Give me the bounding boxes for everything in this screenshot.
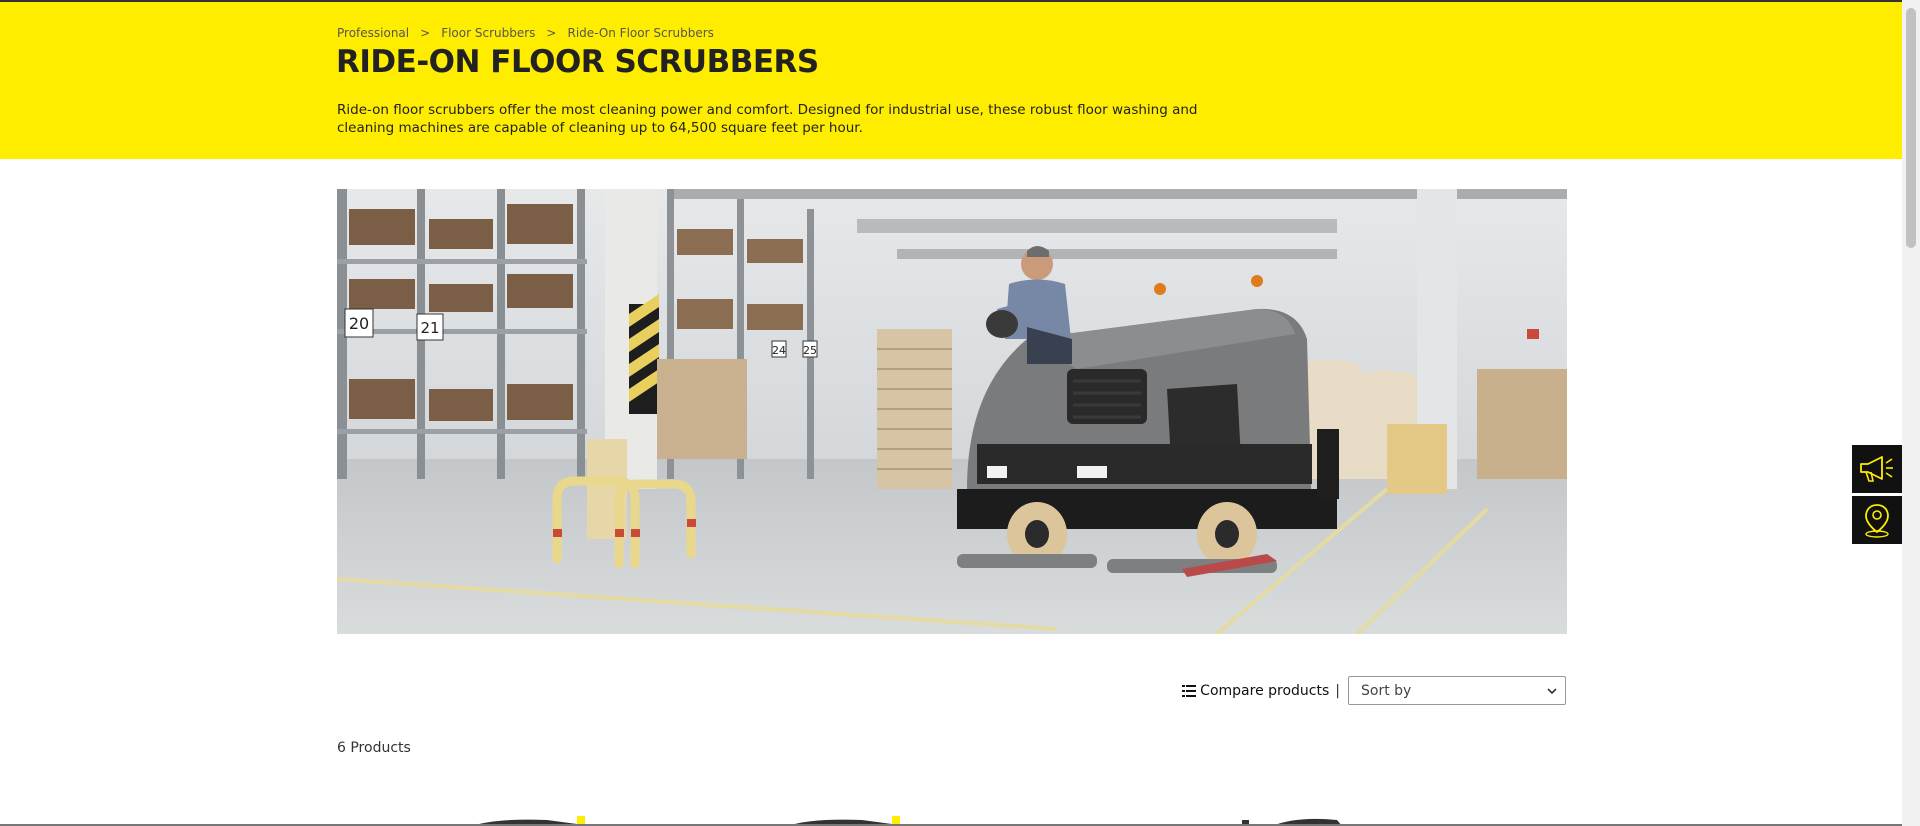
compare-products-button[interactable]: Compare products bbox=[1182, 683, 1329, 699]
hero-image: 20 21 24 25 bbox=[337, 189, 1567, 634]
breadcrumb-item-floor-scrubbers[interactable]: Floor Scrubbers bbox=[441, 26, 535, 40]
category-intro: Ride-on floor scrubbers offer the most c… bbox=[337, 102, 1198, 136]
feedback-button[interactable] bbox=[1852, 445, 1902, 493]
warehouse-scrubber-illustration: 20 21 24 25 bbox=[337, 189, 1567, 634]
page-scrollbar[interactable] bbox=[1902, 0, 1920, 826]
toolbar-divider: | bbox=[1335, 682, 1340, 699]
results-toolbar: Compare products | Sort by bbox=[1182, 676, 1566, 705]
rack-number-sign: 24 bbox=[772, 344, 786, 357]
location-pin-icon bbox=[1865, 504, 1889, 538]
rack-number-sign: 25 bbox=[803, 344, 817, 357]
rack-number-sign: 20 bbox=[349, 314, 369, 333]
scrollbar-thumb[interactable] bbox=[1906, 8, 1916, 248]
chevron-down-icon bbox=[1547, 687, 1557, 694]
breadcrumb-separator: > bbox=[546, 26, 557, 40]
breadcrumb-separator: > bbox=[420, 26, 431, 40]
list-icon bbox=[1182, 684, 1197, 697]
sort-by-value: Sort by bbox=[1361, 682, 1412, 699]
breadcrumb: Professional > Floor Scrubbers > Ride-On… bbox=[337, 26, 714, 40]
dealer-locator-button[interactable] bbox=[1852, 496, 1902, 544]
rack-number-sign: 21 bbox=[420, 319, 439, 337]
sort-by-select[interactable]: Sort by bbox=[1348, 676, 1566, 705]
product-grid-peek bbox=[337, 806, 1567, 826]
page-title: RIDE-ON FLOOR SCRUBBERS bbox=[336, 44, 819, 80]
megaphone-icon bbox=[1860, 456, 1893, 482]
compare-products-label: Compare products bbox=[1200, 682, 1330, 699]
breadcrumb-item-professional[interactable]: Professional bbox=[337, 26, 409, 40]
side-toolbar bbox=[1852, 445, 1902, 547]
product-count: 6 Products bbox=[337, 740, 411, 756]
breadcrumb-item-current[interactable]: Ride-On Floor Scrubbers bbox=[567, 26, 713, 40]
